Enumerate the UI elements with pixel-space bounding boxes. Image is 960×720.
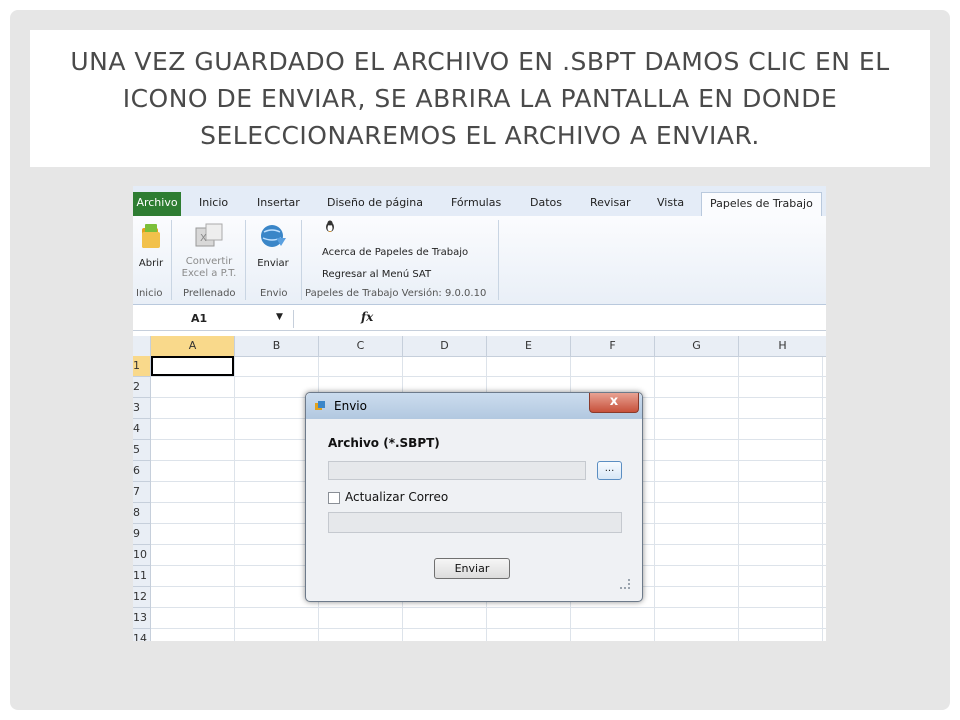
chevron-down-icon[interactable]: ▼ [276,312,283,322]
tab-diseno-pagina[interactable]: Diseño de página [327,192,423,216]
col-header[interactable]: B [235,336,319,357]
row-header[interactable]: 2 [133,377,151,398]
col-header[interactable]: E [487,336,571,357]
name-box[interactable]: A1 ▼ [133,310,294,328]
convertir-button[interactable]: X Convertir Excel a P.T. [177,222,241,280]
row-header[interactable]: 14 [133,629,151,641]
grid-line [151,607,826,608]
close-button[interactable]: x [589,393,639,413]
group-separator [245,220,246,300]
tab-revisar[interactable]: Revisar [590,192,630,216]
globe-send-icon [251,222,295,254]
grid-line [738,357,739,641]
tab-insertar[interactable]: Insertar [257,192,300,216]
row-header[interactable]: 11 [133,566,151,587]
row-header[interactable]: 3 [133,398,151,419]
row-header[interactable]: 8 [133,503,151,524]
col-header[interactable]: D [403,336,487,357]
col-header[interactable]: H [739,336,826,357]
group-label-inicio: Inicio [136,288,163,299]
active-cell-a1[interactable] [151,356,234,376]
folder-icon [136,222,166,254]
row-header[interactable]: 13 [133,608,151,629]
archivo-label: Archivo (*.SBPT) [328,436,440,450]
convert-excel-icon: X [177,222,241,252]
group-label-version: Papeles de Trabajo Versión: 9.0.0.10 [305,288,487,299]
tab-inicio[interactable]: Inicio [199,192,228,216]
ribbon-tabs: Archivo Inicio Insertar Diseño de página… [133,186,826,217]
row-header[interactable]: 6 [133,461,151,482]
abrir-button[interactable]: Abrir [136,222,166,270]
row-header[interactable]: 1 [133,356,151,377]
row-header[interactable]: 4 [133,419,151,440]
actualizar-correo-label[interactable]: Actualizar Correo [345,490,448,504]
acerca-link[interactable]: Acerca de Papeles de Trabajo [322,247,468,258]
dialog-body: Archivo (*.SBPT) ... Actualizar Correo E… [314,423,634,593]
excel-screenshot: Archivo Inicio Insertar Diseño de página… [133,186,826,641]
slide-title: UNA VEZ GUARDADO EL ARCHIVO EN .SBPT DAM… [70,47,890,150]
fx-icon[interactable]: fx [361,310,373,324]
row-header[interactable]: 7 [133,482,151,503]
grid-line [151,628,826,629]
actualizar-correo-checkbox[interactable] [328,492,340,504]
tab-vista[interactable]: Vista [657,192,684,216]
grid-line [151,376,826,377]
resize-grip-icon[interactable] [620,579,630,589]
row-header[interactable]: 5 [133,440,151,461]
group-separator [498,220,499,300]
row-header[interactable]: 12 [133,587,151,608]
formula-bar: A1 ▼ fx [133,308,826,331]
col-header[interactable]: C [319,336,403,357]
correo-input[interactable] [328,512,622,533]
col-header[interactable]: A [151,336,235,357]
dialog-title: Envio [334,399,367,413]
col-header[interactable]: F [571,336,655,357]
grid-line [234,357,235,641]
file-path-input[interactable] [328,461,586,480]
tab-formulas[interactable]: Fórmulas [451,192,501,216]
grid-line [822,357,823,641]
svg-text:X: X [200,233,207,244]
row-header[interactable]: 10 [133,545,151,566]
slide-title-box: UNA VEZ GUARDADO EL ARCHIVO EN .SBPT DAM… [30,30,930,167]
col-header[interactable]: G [655,336,739,357]
group-label-envio: Envio [260,288,288,299]
group-separator [171,220,172,300]
select-all-corner[interactable] [133,336,151,357]
penguin-icon [325,220,335,235]
enviar-ribbon-button[interactable]: Enviar [251,222,295,270]
grid-line [654,357,655,641]
regresar-link[interactable]: Regresar al Menú SAT [322,269,431,280]
tab-archivo[interactable]: Archivo [133,192,181,216]
tab-papeles-de-trabajo[interactable]: Papeles de Trabajo [701,192,822,217]
dialog-titlebar[interactable]: Envio x [306,393,642,419]
envio-dialog: Envio x Archivo (*.SBPT) ... Actualizar … [305,392,643,602]
tab-datos[interactable]: Datos [530,192,562,216]
row-header[interactable]: 9 [133,524,151,545]
form-icon [315,401,325,411]
group-label-prellenado: Prellenado [183,288,236,299]
browse-button[interactable]: ... [597,461,622,480]
ribbon: Abrir X Convertir Excel a P.T. Enviar Ac… [133,216,826,305]
enviar-button[interactable]: Enviar [434,558,510,579]
group-separator [301,220,302,300]
